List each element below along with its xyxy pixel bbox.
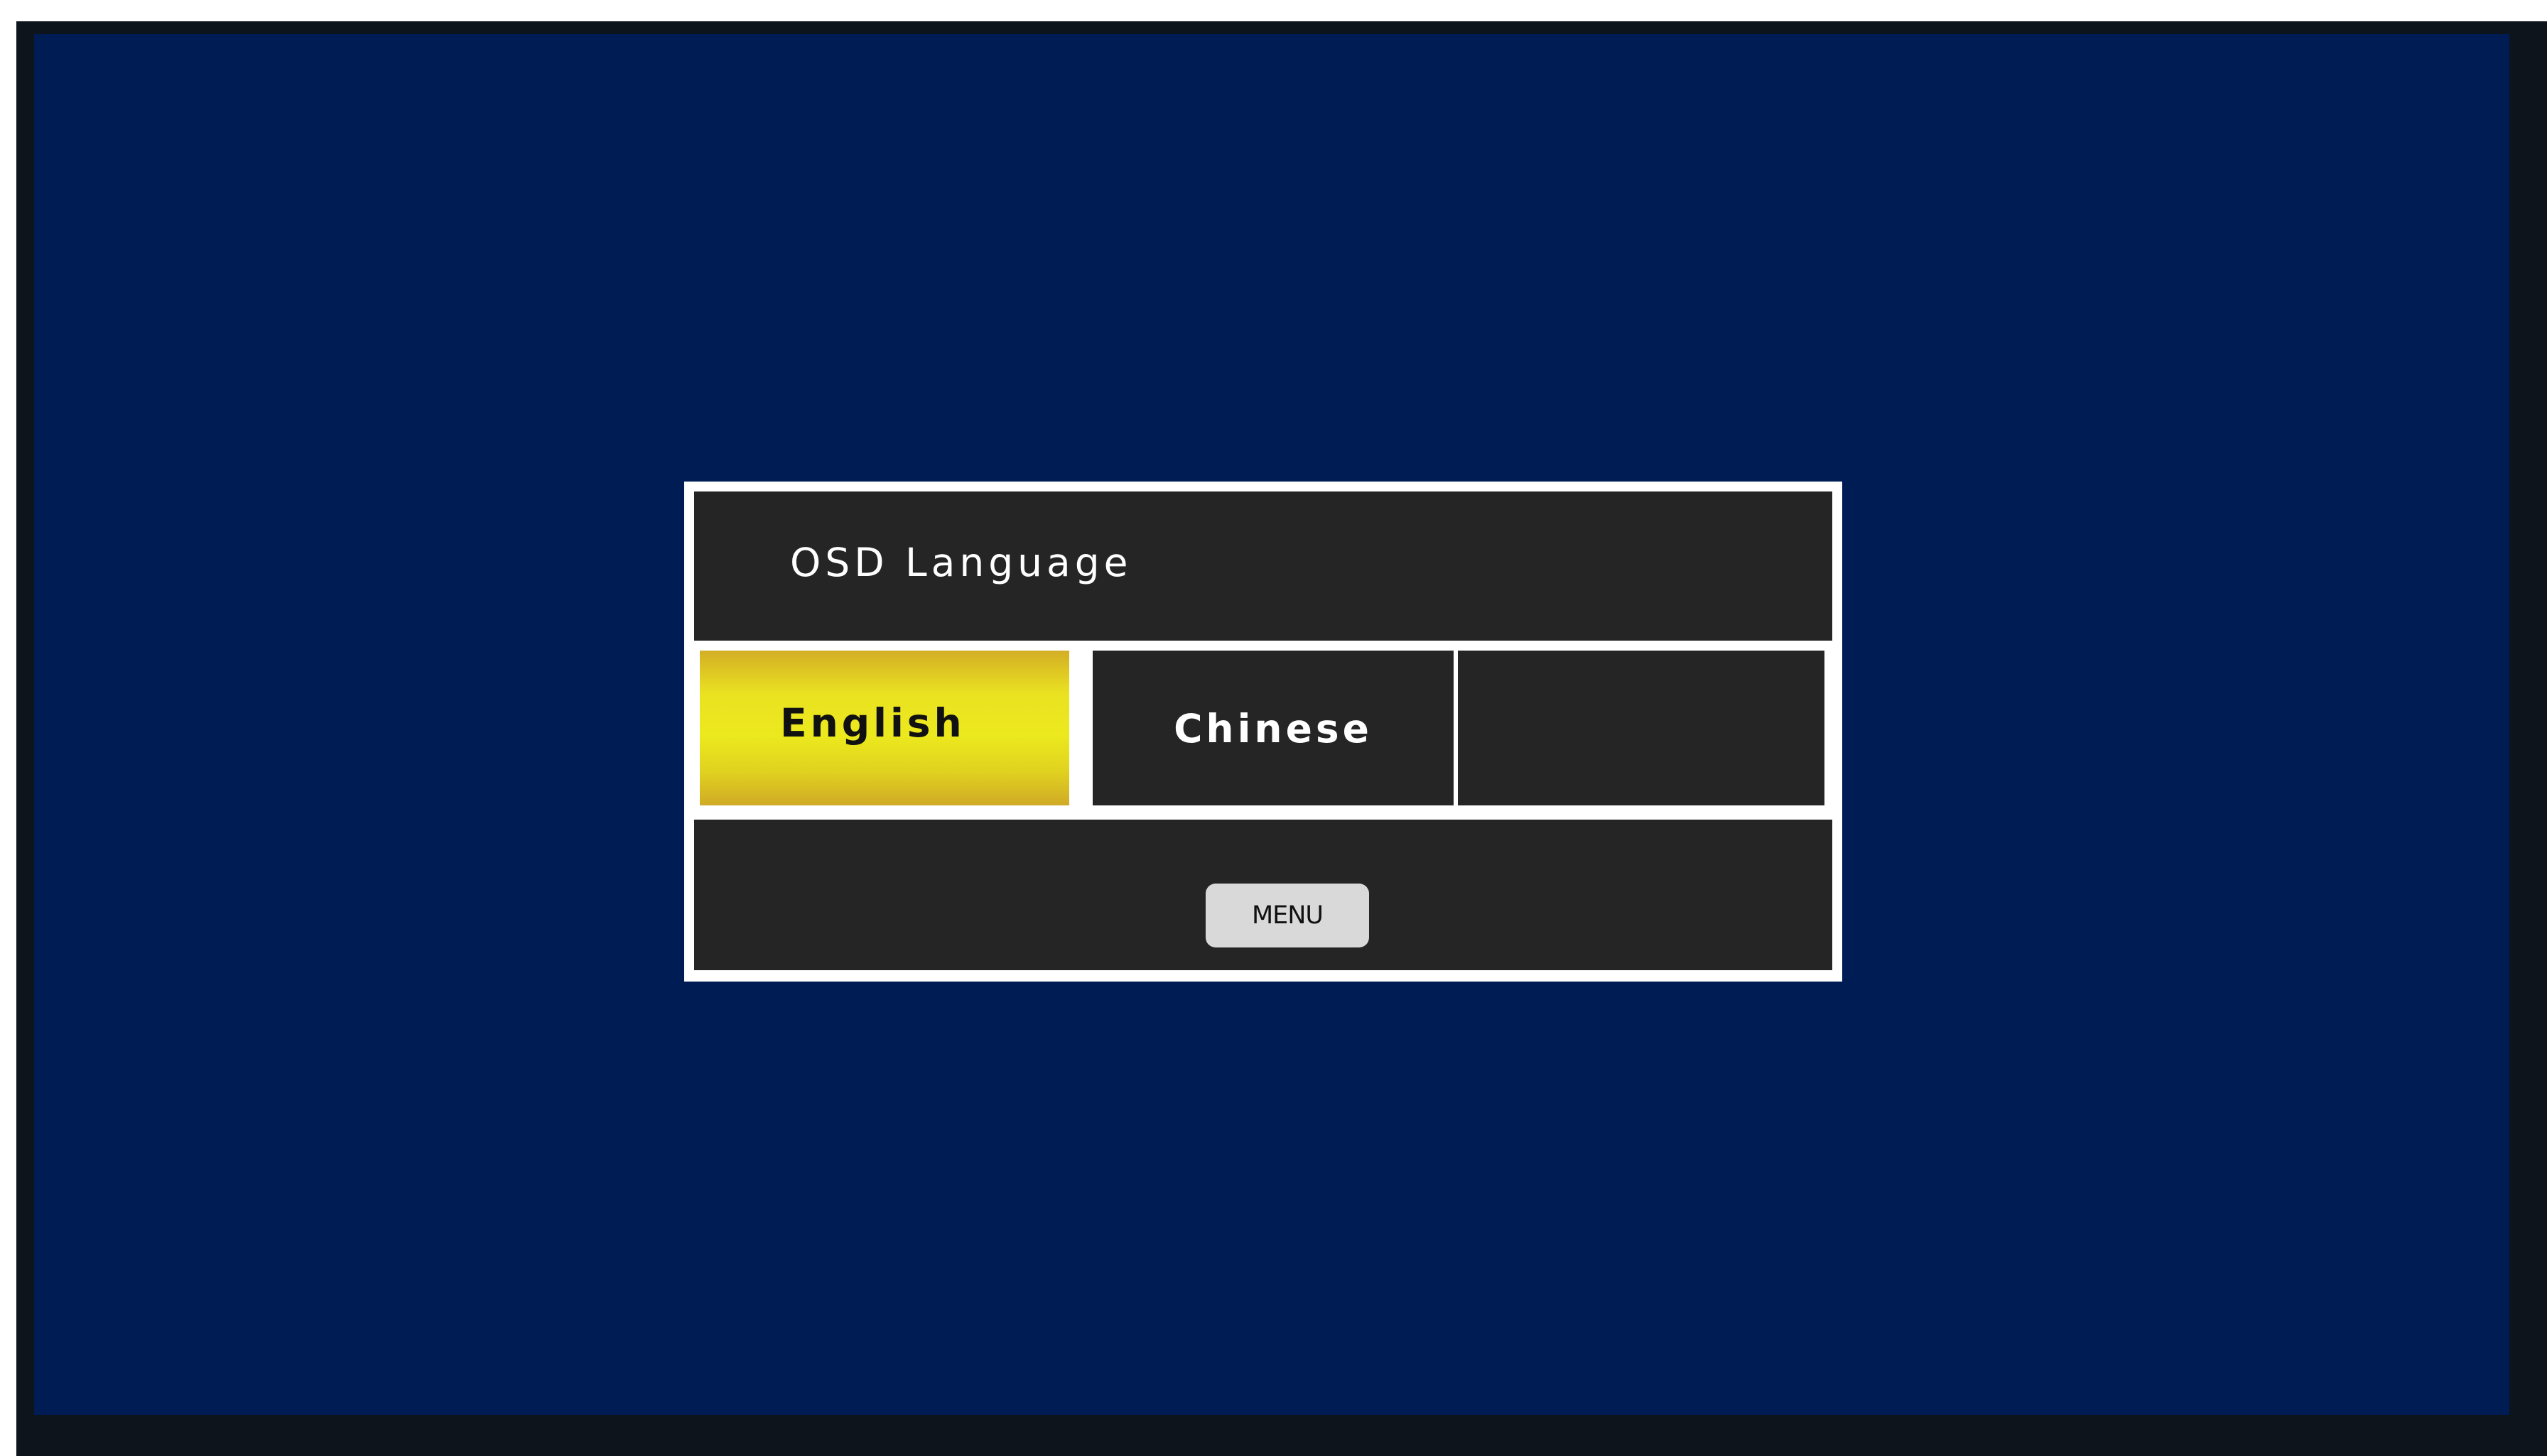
language-option-english[interactable]: English bbox=[700, 651, 1069, 805]
language-option-label: English bbox=[780, 700, 966, 746]
osd-title-bar: OSD Language bbox=[694, 491, 1832, 641]
language-option-label: Chinese bbox=[1174, 706, 1373, 751]
language-option-chinese[interactable]: Chinese bbox=[1093, 651, 1454, 805]
osd-title: OSD Language bbox=[790, 540, 1132, 585]
language-option-empty[interactable] bbox=[1458, 651, 1824, 805]
menu-button[interactable]: MENU bbox=[1206, 884, 1369, 947]
